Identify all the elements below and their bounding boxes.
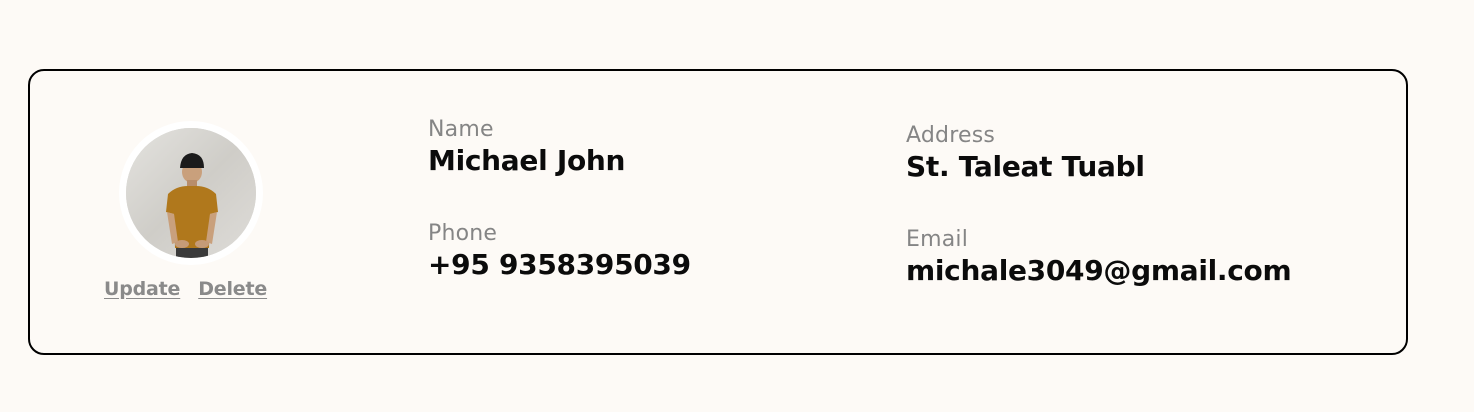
email-label: Email: [906, 227, 969, 252]
address-value: St. Taleat Tuabl: [906, 150, 1145, 183]
avatar: [126, 128, 256, 258]
name-value: Michael John: [428, 144, 626, 177]
phone-field: Phone +95 9358395039: [428, 221, 691, 283]
contact-actions: Update Delete: [104, 278, 267, 300]
email-field: Email michale3049@gmail.com: [906, 227, 1292, 289]
name-label: Name: [428, 117, 494, 142]
avatar-photo: [126, 128, 256, 258]
delete-link[interactable]: Delete: [198, 278, 267, 300]
phone-label: Phone: [428, 221, 498, 246]
email-value: michale3049@gmail.com: [906, 254, 1292, 287]
address-label: Address: [906, 123, 996, 148]
phone-value: +95 9358395039: [428, 248, 691, 281]
address-field: Address St. Taleat Tuabl: [906, 123, 1145, 185]
name-field: Name Michael John: [428, 117, 625, 179]
update-link[interactable]: Update: [104, 278, 180, 300]
avatar-frame: [119, 121, 263, 265]
